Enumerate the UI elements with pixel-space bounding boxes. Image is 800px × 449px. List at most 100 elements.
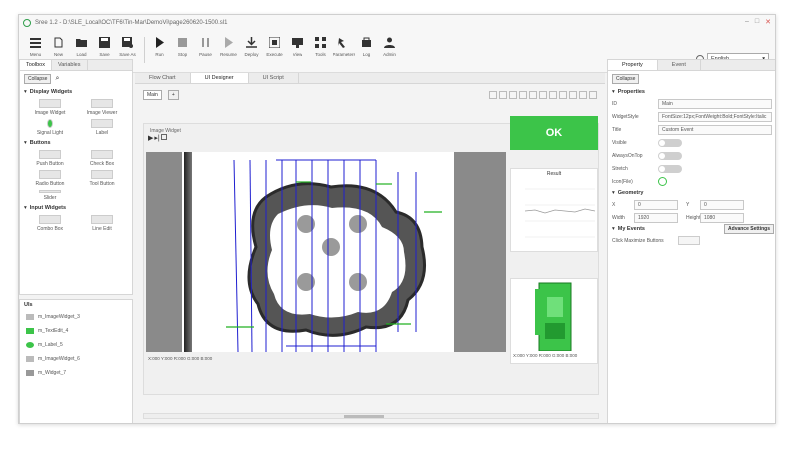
widget-label-item[interactable]: Label [76, 119, 128, 136]
distribute-v-icon[interactable] [559, 91, 567, 99]
add-page-button[interactable]: + [167, 90, 179, 100]
ok-result-button[interactable]: OK [510, 116, 598, 150]
list-item[interactable]: m_TextEdit_4 [20, 324, 132, 338]
distribute-h-icon[interactable] [549, 91, 557, 99]
scrollbar-thumb[interactable] [344, 415, 384, 418]
deploy-button[interactable]: Deploy [241, 35, 262, 57]
ui-list-title: UIs [24, 302, 33, 308]
widget-tool-button[interactable]: Tool Button [76, 170, 128, 187]
list-item[interactable]: m_ImageWidget_3 [20, 310, 132, 324]
caret-down-icon: ▾ [24, 205, 27, 211]
list-item[interactable]: m_Widget_7 [20, 366, 132, 380]
horizontal-scrollbar[interactable] [143, 413, 599, 419]
execute-button[interactable]: Execute [264, 35, 285, 57]
same-width-icon[interactable] [569, 91, 577, 99]
height-field[interactable]: 1080 [700, 212, 744, 223]
load-button[interactable]: Load [71, 35, 92, 57]
widget-signal-light[interactable]: Signal Light [24, 119, 76, 136]
widget-push-button[interactable]: Push Button [24, 150, 76, 167]
widget-line-edit[interactable]: Line Edit [76, 215, 128, 232]
caret-down-icon: ▾ [612, 89, 615, 95]
tab-property[interactable]: Property [608, 60, 658, 70]
view-button[interactable]: View [287, 35, 308, 57]
align-right-icon[interactable] [509, 91, 517, 99]
prop-key: Title [612, 126, 622, 133]
group-buttons[interactable]: ▾ Buttons [20, 138, 132, 148]
widget-radio-button[interactable]: Radio Button [24, 170, 76, 187]
run-button[interactable]: Run [149, 35, 170, 57]
save-button[interactable]: Save [94, 35, 115, 57]
menu-button[interactable]: Menu [25, 35, 46, 57]
ui-list-panel: UIs m_ImageWidget_3 m_TextEdit_4 m_Label… [19, 299, 133, 423]
tab-event[interactable]: Event [658, 60, 701, 70]
section-geometry[interactable]: ▾ Geometry [608, 188, 775, 198]
tools-button[interactable]: Tools [310, 35, 331, 57]
fit-icon[interactable] [160, 134, 167, 140]
close-icon[interactable]: ✕ [765, 18, 771, 26]
menu-label: Menu [29, 52, 42, 57]
widget-combo-box[interactable]: Combo Box [24, 215, 76, 232]
tools-icon [315, 37, 326, 48]
list-item[interactable]: m_ImageWidget_6 [20, 352, 132, 366]
section-properties[interactable]: ▾ Properties [608, 87, 775, 97]
widget-image-widget[interactable]: Image Widget [24, 99, 76, 116]
event-dropdown[interactable] [678, 236, 700, 245]
combo-box-icon [39, 215, 61, 224]
grid-icon[interactable] [589, 91, 597, 99]
parameters-button[interactable]: Parameters [333, 35, 355, 57]
prop-always-on-top: AlwaysOnTop [608, 149, 775, 162]
tab-ui-designer[interactable]: UI Designer [190, 73, 249, 83]
same-height-icon[interactable] [579, 91, 587, 99]
visible-toggle[interactable] [658, 138, 682, 147]
section-label: My Events [617, 226, 645, 232]
prop-key: AlwaysOnTop [612, 152, 643, 159]
tab-ui-script[interactable]: UI Script [249, 73, 299, 83]
log-button[interactable]: Log [356, 35, 377, 57]
play-icon[interactable]: ▶ [148, 134, 153, 142]
line-edit-icon [91, 215, 113, 224]
prop-widget-style-field[interactable]: FontSize:12px;FontWeight:Bold;FontStyle:… [658, 111, 772, 122]
page-tab-main[interactable]: Main [143, 90, 162, 100]
prop-title-field[interactable]: Custom Event [658, 124, 772, 135]
widget-slider[interactable]: Slider [24, 190, 76, 201]
advance-settings-button[interactable]: Advance Settings [724, 224, 774, 234]
widget-label: Image Widget [34, 110, 66, 116]
prop-id-field[interactable]: Main [658, 98, 772, 109]
always-on-top-toggle[interactable] [658, 151, 682, 160]
collapse-button[interactable]: Collapse [24, 74, 52, 84]
resume-button[interactable]: Resume [218, 35, 239, 57]
minimize-icon[interactable]: – [745, 18, 749, 26]
align-left-icon[interactable] [489, 91, 497, 99]
tab-toolbox[interactable]: Toolbox [20, 60, 52, 70]
save-as-button[interactable]: Save As [117, 35, 138, 57]
search-icon[interactable]: ⌕ [55, 75, 59, 83]
tab-variables[interactable]: Variables [52, 60, 88, 70]
tab-flow-chart[interactable]: Flow Chart [135, 73, 191, 83]
width-field[interactable]: 1920 [634, 212, 678, 223]
section-my-events[interactable]: ▾ My Events Advance Settings [608, 224, 775, 234]
align-middle-icon[interactable] [529, 91, 537, 99]
align-bottom-icon[interactable] [539, 91, 547, 99]
group-display-widgets[interactable]: ▾ Display Widgets [20, 87, 132, 97]
widget-check-box[interactable]: Check Box [76, 150, 128, 167]
maximize-icon[interactable]: □ [755, 18, 759, 26]
widget-label: Radio Button [35, 181, 65, 187]
group-input-widgets[interactable]: ▾ Input Widgets [20, 203, 132, 213]
admin-button[interactable]: Admin [379, 35, 400, 57]
collapse-button[interactable]: Collapse [612, 74, 640, 84]
list-item[interactable]: m_Label_5 [20, 338, 132, 352]
align-top-icon[interactable] [519, 91, 527, 99]
x-field[interactable]: 0 [634, 199, 678, 210]
y-field[interactable]: 0 [700, 199, 744, 210]
execute-label: Execute [266, 52, 283, 57]
ui-item-label: m_ImageWidget_6 [38, 356, 80, 362]
align-center-icon[interactable] [499, 91, 507, 99]
stretch-toggle[interactable] [658, 164, 682, 173]
step-icon[interactable]: ▸| [154, 134, 159, 142]
widget-image-viewer[interactable]: Image Viewer [76, 99, 128, 116]
pause-button[interactable]: Pause [195, 35, 216, 57]
input-widgets-list: Combo Box Line Edit [20, 213, 132, 234]
icon-file-icon[interactable] [658, 177, 667, 186]
new-button[interactable]: New [48, 35, 69, 57]
stop-button[interactable]: Stop [172, 35, 193, 57]
